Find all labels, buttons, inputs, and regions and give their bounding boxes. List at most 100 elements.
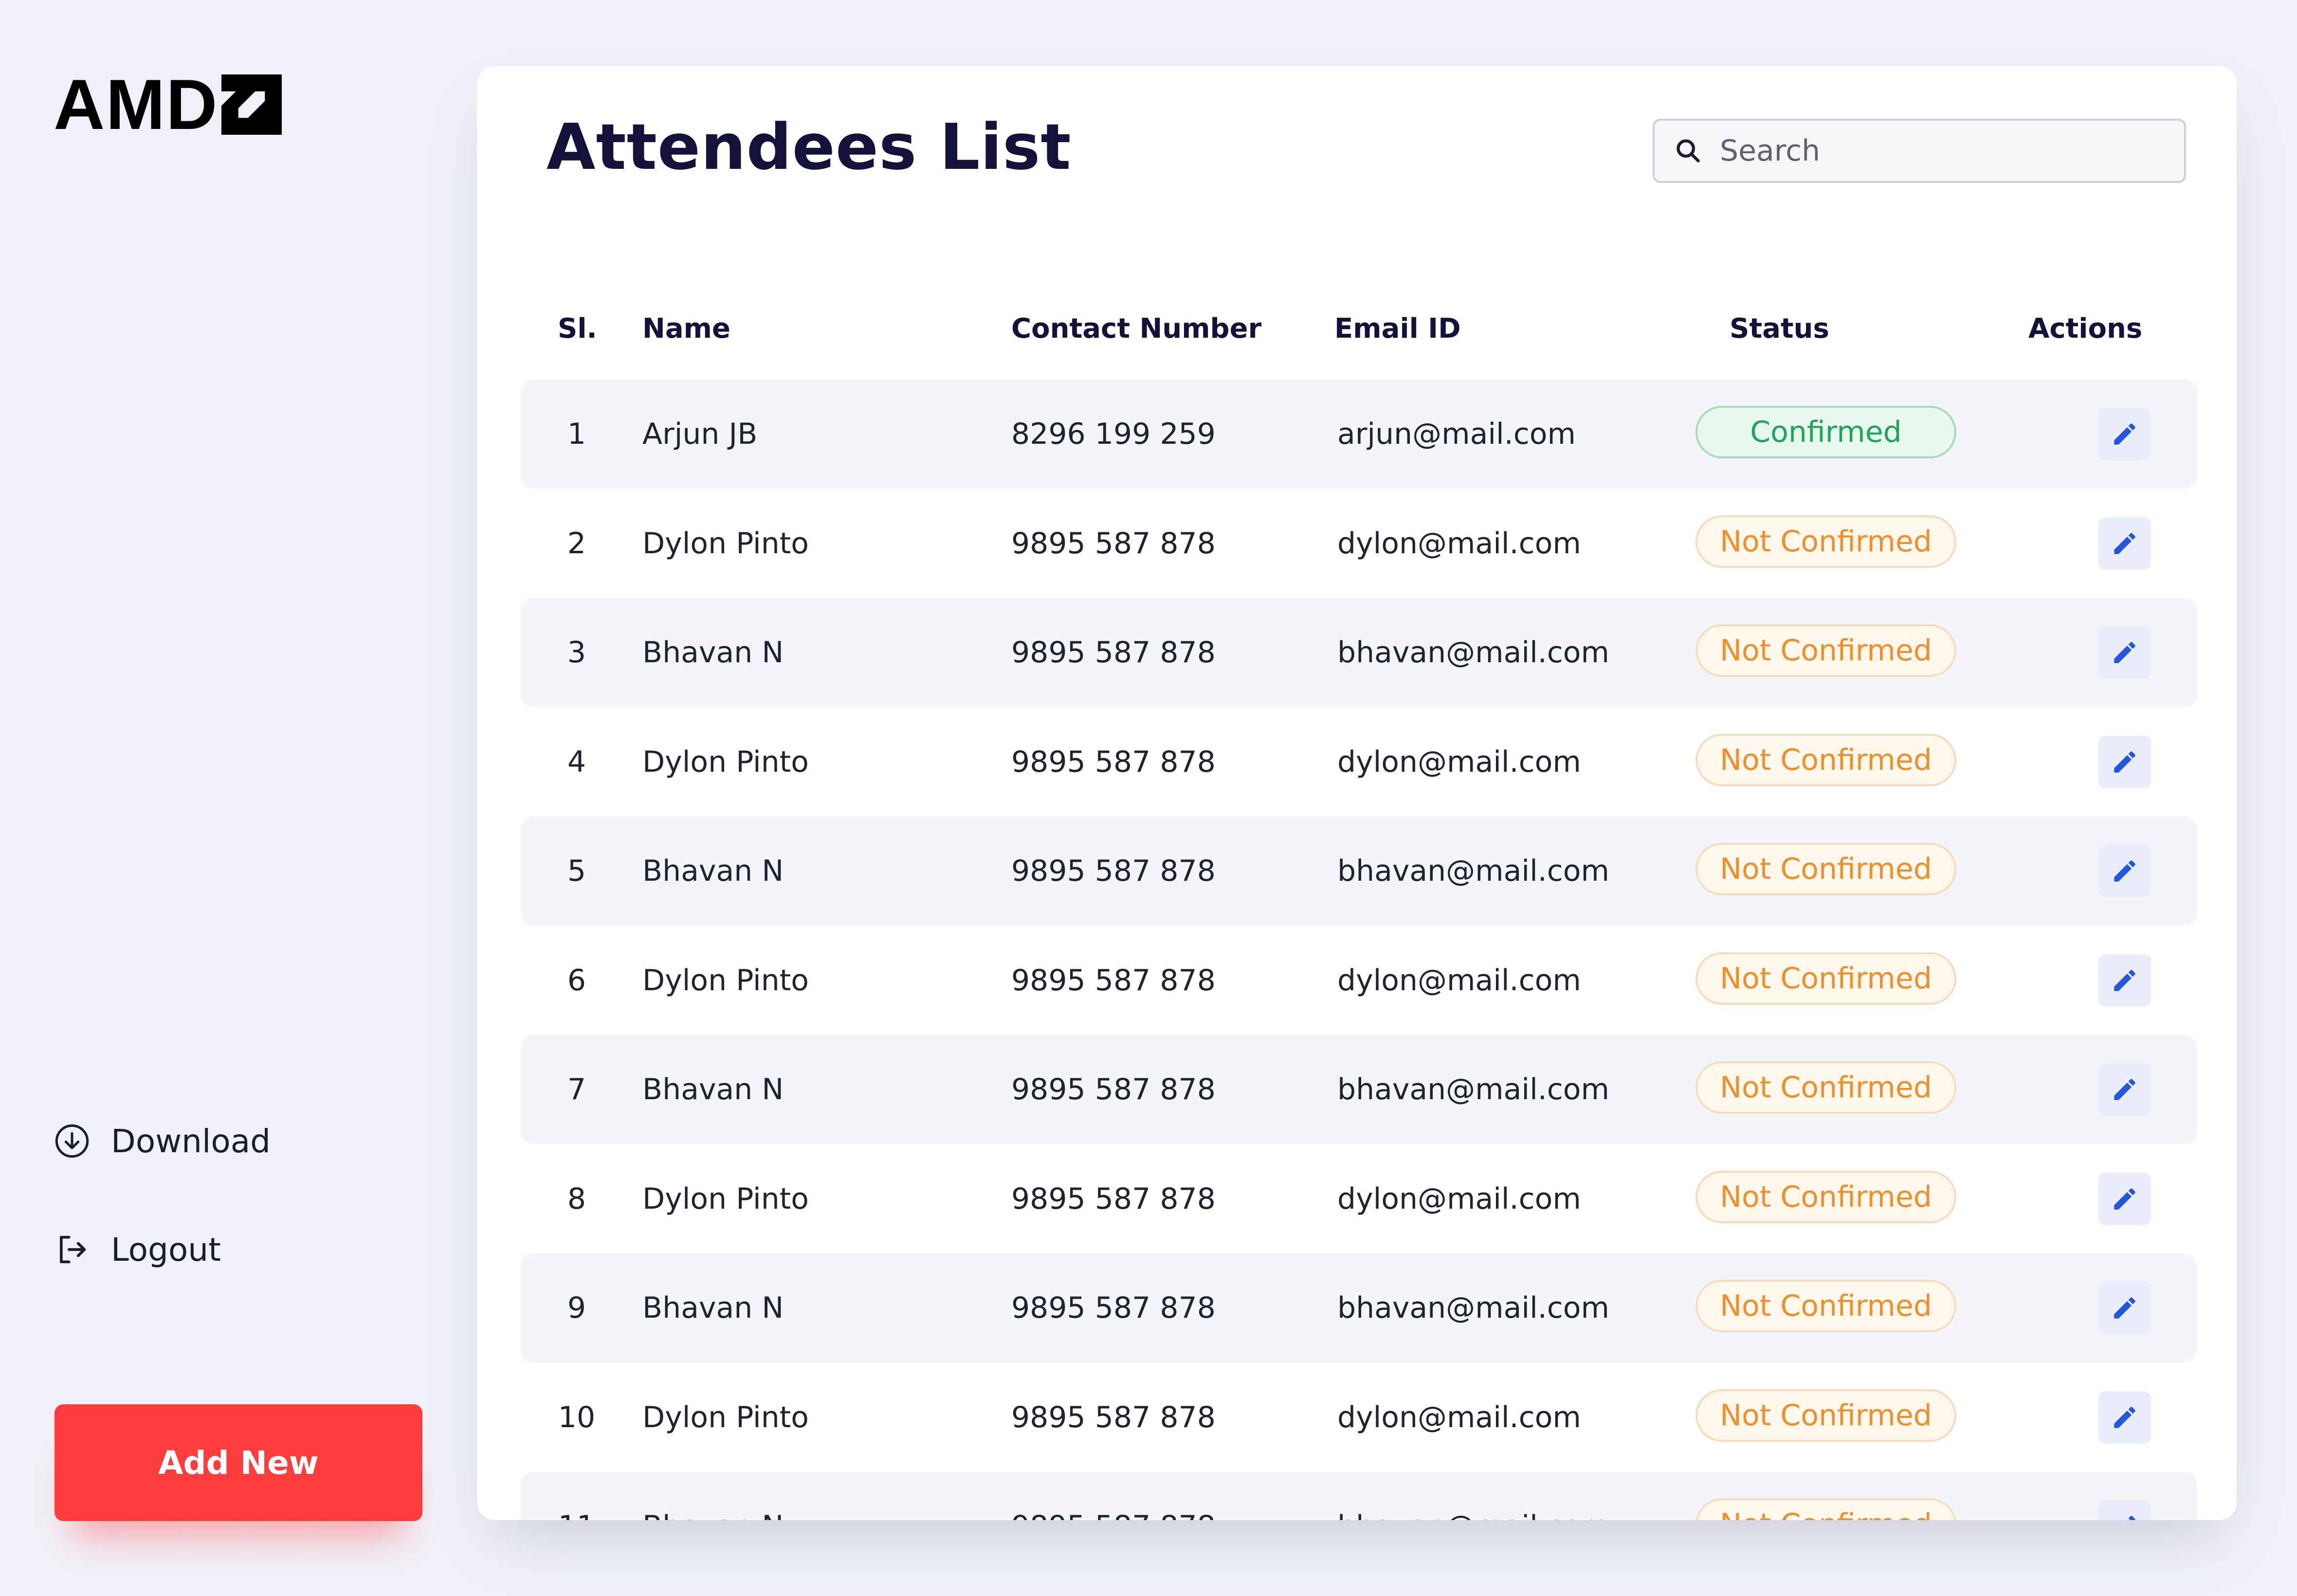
table-row: 9 Bhavan N 9895 587 878 bhavan@mail.com Not … <box>521 1253 2197 1362</box>
row-name: Dylon Pinto <box>642 744 809 779</box>
row-sl: 10 <box>558 1400 596 1434</box>
logo-text: AMD <box>54 65 219 144</box>
status-badge: Not Confirmed <box>1695 1061 1956 1114</box>
sidebar: AMD Download Logout Add New <box>0 0 467 1596</box>
table-row: 11Bhavan N 9895 587 878 bhavan@mail.com Not… <box>521 1472 2197 1520</box>
row-sl: 2 <box>567 526 586 561</box>
page-title: Attendees List <box>547 110 1072 184</box>
row-email: dylon@mail.com <box>1337 526 1581 561</box>
edit-button[interactable] <box>2098 1391 2151 1444</box>
search-input[interactable]: Search <box>1653 119 2186 183</box>
row-email: bhavan@mail.com <box>1337 854 1609 888</box>
row-name: Dylon Pinto <box>642 1400 809 1434</box>
amd-arrow-icon <box>221 74 282 135</box>
row-name: Bhavan N <box>642 1072 784 1106</box>
row-contact: 9895 587 878 <box>1011 963 1216 998</box>
status-badge: Not Confirmed <box>1695 624 1956 677</box>
search-placeholder: Search <box>1720 134 1821 168</box>
edit-button[interactable] <box>2098 1172 2151 1225</box>
row-sl: 4 <box>567 744 586 779</box>
row-name: Bhavan N <box>642 635 784 670</box>
edit-button[interactable] <box>2098 954 2151 1007</box>
status-badge: Not Confirmed <box>1695 733 1956 786</box>
pencil-icon <box>2126 1516 2135 1520</box>
row-sl: 3 <box>567 635 586 670</box>
row-email: bhavan@mail.com <box>1337 1291 1609 1325</box>
row-contact: 9895 587 878 <box>1011 526 1216 561</box>
table-row: 4 Dylon Pinto 9895 587 878 dylon@mail.com No… <box>521 707 2197 816</box>
row-email: arjun@mail.com <box>1337 417 1576 451</box>
row-contact: 9895 587 878 <box>1011 1472 1216 1520</box>
status-badge: Not Confirmed <box>1695 1389 1956 1442</box>
status-badge: Not Confirmed <box>1695 952 1956 1005</box>
row-sl: 7 <box>567 1072 586 1106</box>
row-email: dylon@mail.com <box>1337 1400 1581 1434</box>
table-row: 5 Bhavan N 9895 587 878 bhavan@mail.com Not … <box>521 816 2197 925</box>
pencil-icon <box>2114 1188 2135 1210</box>
row-sl: 5 <box>567 854 586 888</box>
table-row: 6 Dylon Pinto 9895 587 878 dylon@mail.com No… <box>521 926 2197 1035</box>
row-contact: 9895 587 878 <box>1011 1072 1216 1106</box>
attendees-panel: Attendees List Search Sl. Name Contact N… <box>477 66 2237 1520</box>
pencil-icon <box>2114 1406 2135 1428</box>
pencil-icon <box>2114 751 2135 773</box>
row-sl: 6 <box>567 963 586 998</box>
row-contact: 9895 587 878 <box>1011 854 1216 888</box>
row-name: Bhavan N <box>642 854 784 888</box>
row-contact: 9895 587 878 <box>1011 1181 1216 1216</box>
row-name: Dylon Pinto <box>642 963 809 998</box>
logout-label: Logout <box>111 1231 221 1269</box>
row-sl: 8 <box>567 1181 586 1216</box>
pencil-icon <box>2114 860 2135 882</box>
pencil-icon <box>2114 532 2135 554</box>
amd-logo: AMD <box>54 69 282 140</box>
download-icon <box>55 1124 89 1158</box>
pencil-icon <box>2114 423 2135 445</box>
download-label: Download <box>111 1122 271 1160</box>
row-contact: 9895 587 878 <box>1011 635 1216 670</box>
pencil-icon <box>2114 1297 2135 1319</box>
edit-button[interactable] <box>2098 845 2151 897</box>
table-row: 3 Bhavan N 9895 587 878 bhavan@mail.com Not … <box>521 598 2197 707</box>
edit-button[interactable] <box>2098 735 2151 788</box>
row-sl: 9 <box>567 1291 586 1325</box>
table-row: 1 Arjun JB 8296 199 259 arjun@mail.com Confi… <box>521 380 2197 489</box>
edit-button[interactable] <box>2098 1282 2151 1334</box>
logout-link[interactable]: Logout <box>54 1225 221 1274</box>
table-row: 10 Dylon Pinto 9895 587 878 dylon@mail.com N… <box>521 1363 2197 1472</box>
row-name: Arjun JB <box>642 417 758 451</box>
table-row: 2 Dylon Pinto 9895 587 878 dylon@mail.com No… <box>521 489 2197 598</box>
table-row: 7 Bhavan N 9895 587 878 bhavan@mail.com Not … <box>521 1035 2197 1144</box>
row-contact: 9895 587 878 <box>1011 744 1216 779</box>
row-name: Bhavan N <box>642 1291 784 1325</box>
row-email: dylon@mail.com <box>1337 1181 1581 1216</box>
search-icon <box>1677 139 1700 163</box>
row-email: bhavan@mail.com <box>1337 635 1609 670</box>
pencil-icon <box>2114 1079 2135 1100</box>
edit-button[interactable] <box>2098 408 2151 460</box>
attendees-table-body: 1 Arjun JB 8296 199 259 arjun@mail.com Confi… <box>521 314 2197 1520</box>
status-badge: Not Confirmed <box>1695 515 1956 568</box>
edit-button[interactable] <box>2098 1063 2151 1116</box>
row-name: Bhavan N <box>642 1472 784 1520</box>
edit-button[interactable] <box>2098 626 2151 679</box>
row-name: Dylon Pinto <box>642 526 809 561</box>
add-new-button[interactable]: Add New <box>55 1404 422 1521</box>
status-badge: Not Confirmed <box>1695 1280 1956 1332</box>
row-sl: 1 <box>567 417 586 451</box>
row-email: dylon@mail.com <box>1337 744 1581 779</box>
table-row: 8 Dylon Pinto 9895 587 878 dylon@mail.com No… <box>521 1144 2197 1253</box>
status-badge: Confirmed <box>1695 406 1956 458</box>
edit-button[interactable] <box>2098 517 2151 570</box>
row-contact: 9895 587 878 <box>1011 1400 1216 1434</box>
pencil-icon <box>2114 642 2135 663</box>
status-badge: Not Confirmed <box>1695 1170 1956 1223</box>
status-badge: Not Confirmed <box>1695 843 1956 895</box>
row-email: dylon@mail.com <box>1337 963 1581 998</box>
edit-button[interactable] <box>2098 1500 2151 1520</box>
row-email: bhavan@mail.com <box>1337 1472 1609 1520</box>
row-name: Dylon Pinto <box>642 1181 809 1216</box>
download-link[interactable]: Download <box>54 1117 271 1165</box>
pencil-icon <box>2114 969 2135 991</box>
row-sl: 11 <box>521 1472 633 1520</box>
